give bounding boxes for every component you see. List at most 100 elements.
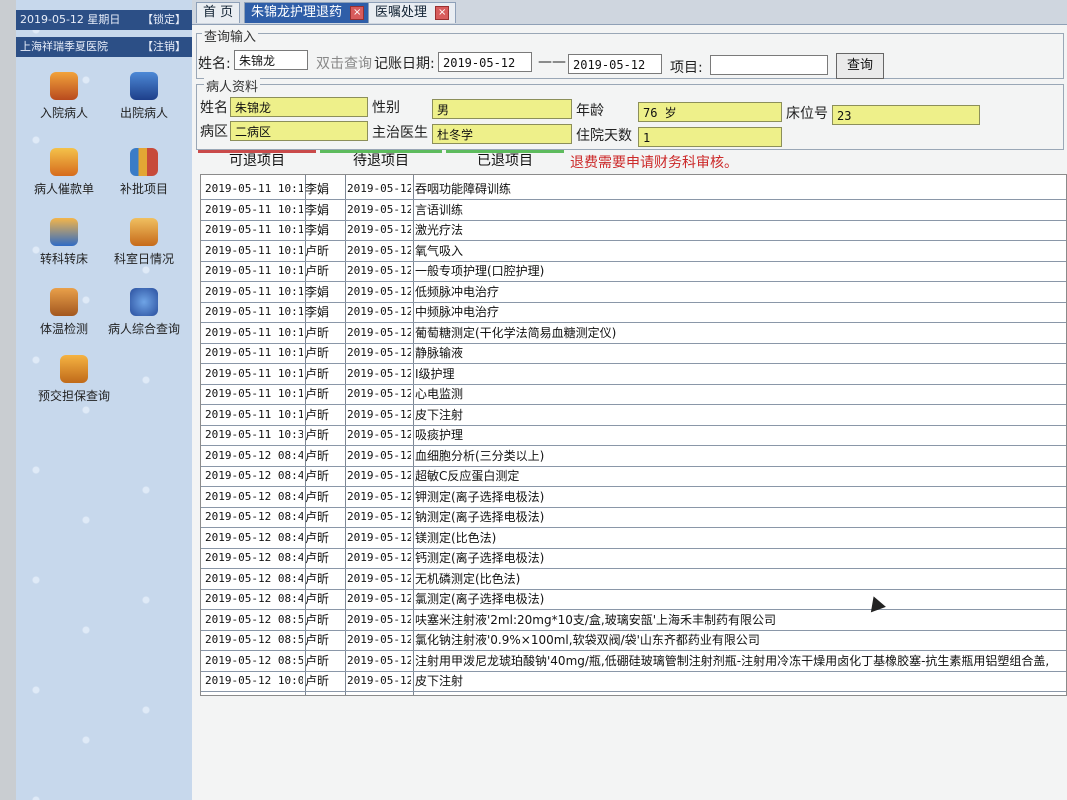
- table-row[interactable]: 2019-05-12 08:49 卢昕 2019-05-12 氯测定(离子选择电极法): [201, 589, 1066, 610]
- sidebar-btn-label: 入院病人: [39, 106, 88, 120]
- row-item-cell: 中频脉冲电治疗: [415, 305, 500, 319]
- sidebar-btn-supplement[interactable]: 补批项目: [104, 148, 184, 197]
- sidebar-btn-transfer[interactable]: 转科转床: [24, 218, 104, 267]
- tab-doctor-orders[interactable]: 医嘱处理 ×: [368, 2, 457, 23]
- subtab-label: 待退项目: [353, 153, 409, 169]
- sidebar-btn-discharge[interactable]: 出院病人: [104, 72, 184, 121]
- screen-bezel: [0, 0, 16, 800]
- row-staff-cell: 卢昕: [305, 407, 330, 422]
- row-time-cell: 2019-05-12 08:53: [205, 612, 303, 626]
- table-row[interactable]: 2019-05-11 10:12 卢昕 2019-05-12 Ⅰ级护理: [201, 364, 1066, 385]
- table-row[interactable]: 2019-05-12 08:49 卢昕 2019-05-12 钠测定(离子选择电极法): [201, 507, 1066, 528]
- row-date-cell: 2019-05-12: [347, 428, 411, 441]
- query-button[interactable]: 查询: [836, 53, 885, 79]
- row-staff-cell: 卢昕: [305, 674, 330, 688]
- sidebar-btn-admit[interactable]: 入院病人: [24, 72, 104, 121]
- payment-reminder-icon: [50, 148, 78, 176]
- tab-home[interactable]: 首 页: [196, 2, 241, 23]
- row-date-cell: 2019-05-12: [347, 469, 411, 482]
- sidebar-btn-temperature[interactable]: 体温检测: [24, 288, 104, 337]
- tab-label: 朱锦龙护理退药: [251, 5, 343, 20]
- subtab-refunded[interactable]: 已退项目: [446, 150, 564, 172]
- current-date: 2019-05-12 星期日: [20, 13, 121, 26]
- row-date-cell: 2019-05-12: [347, 674, 411, 687]
- table-row[interactable]: 2019-05-11 10:12 卢昕 2019-05-12 氧气吸入: [201, 241, 1066, 262]
- row-date-cell: 2019-05-12: [347, 571, 411, 585]
- table-row[interactable]: 2019-05-11 10:12 卢昕 2019-05-12 葡萄糖测定(干化学法简易…: [201, 323, 1066, 344]
- row-item-cell: 镁测定(比色法): [415, 530, 497, 545]
- table-row[interactable]: 2019-05-11 10:39 卢昕 2019-05-12 吸痰护理: [201, 425, 1066, 446]
- table-row[interactable]: 2019-05-11 10:12 李娟 2019-05-12 低频脉冲电治疗: [201, 282, 1066, 303]
- table-row[interactable]: 2019-05-12 08:49 卢昕 2019-05-12 钙测定(离子选择电极法): [201, 548, 1066, 569]
- query-name-label: 姓名:: [198, 56, 231, 72]
- subtab-label: 可退项目: [229, 153, 285, 169]
- table-row[interactable]: 2019-05-11 10:12 李娟 2019-05-12 激光疗法: [201, 220, 1066, 241]
- row-date-cell: 2019-05-12: [347, 387, 411, 400]
- subtab-pending[interactable]: 待退项目: [320, 150, 442, 172]
- row-date-cell: 2019-05-12: [347, 366, 411, 380]
- table-row[interactable]: 2019-05-12 08:49 卢昕 2019-05-12 无机磷测定(比色法): [201, 569, 1066, 590]
- query-name-input[interactable]: 朱锦龙: [234, 50, 308, 70]
- close-icon[interactable]: ×: [435, 5, 450, 20]
- table-row[interactable]: 2019-05-12 10:06 卢昕 2019-05-12 皮下注射: [201, 671, 1066, 692]
- table-row[interactable]: 2019-05-11 10:12 卢昕 2019-05-12 心电监测: [201, 384, 1066, 405]
- item-input[interactable]: [710, 55, 828, 75]
- row-time-cell: 2019-05-12 08:49: [205, 448, 303, 462]
- patient-name-label: 姓名: [200, 100, 228, 116]
- row-staff-cell: 李娟: [305, 182, 330, 196]
- close-icon[interactable]: ×: [350, 5, 365, 20]
- row-item-cell: 钙测定(离子选择电极法): [415, 551, 545, 565]
- row-item-cell: 一般专项护理(口腔护理): [415, 264, 545, 278]
- date-from-input[interactable]: 2019-05-12: [438, 52, 532, 72]
- table-row[interactable]: 2019-05-12 08:49 卢昕 2019-05-12 超敏C反应蛋白测定: [201, 466, 1066, 487]
- table-row[interactable]: 2019-05-11 10:12 卢昕 2019-05-12 一般专项护理(口腔护理): [201, 261, 1066, 282]
- hospital-row: 上海祥瑞季夏医院 【注销】: [16, 37, 192, 57]
- row-date-cell: 2019-05-12: [347, 448, 411, 462]
- logout-button[interactable]: 【注销】: [142, 37, 186, 57]
- sidebar-btn-prepay[interactable]: 预交担保查询: [34, 355, 114, 404]
- table-row[interactable]: 2019-05-12 08:53 卢昕 2019-05-12 呋塞米注射液'2ml:2…: [201, 610, 1066, 631]
- subtab-refundable[interactable]: 可退项目: [198, 150, 316, 172]
- table-row[interactable]: 2019-05-12 08:53 卢昕 2019-05-12 注射用甲泼尼龙琥珀酸钠'…: [201, 651, 1066, 672]
- table-row[interactable]: 2019-05-12 08:49 卢昕 2019-05-12 钾测定(离子选择电极法): [201, 487, 1066, 508]
- table-row[interactable]: 2019-05-12 08:49 卢昕 2019-05-12 血细胞分析(三分类以上): [201, 446, 1066, 467]
- supplement-items-icon: [130, 148, 158, 176]
- tab-nursing-refund[interactable]: 朱锦龙护理退药 ×: [244, 2, 372, 23]
- table-row[interactable]: 2019-05-11 10:12 卢昕 2019-05-12 皮下注射: [201, 405, 1066, 426]
- row-time-cell: 2019-05-11 10:12: [205, 202, 303, 216]
- row-time-cell: 2019-05-12 08:49: [205, 551, 303, 564]
- row-time-cell: 2019-05-12 08:49: [205, 530, 303, 544]
- sidebar-btn-query[interactable]: 病人综合查询: [104, 288, 184, 337]
- sidebar-btn-payment[interactable]: 病人催款单: [24, 148, 104, 197]
- row-staff-cell: 卢昕: [305, 346, 330, 360]
- row-time-cell: 2019-05-11 10:12: [205, 366, 303, 380]
- table-row[interactable]: 2019-05-12 08:49 卢昕 2019-05-12 镁测定(比色法): [201, 528, 1066, 549]
- row-staff-cell: 卢昕: [305, 489, 330, 504]
- discharge-patient-icon: [130, 72, 158, 100]
- row-staff-cell: 卢昕: [305, 551, 330, 565]
- sidebar-btn-label: 体温检测: [39, 322, 88, 336]
- sidebar-btn-label: 出院病人: [119, 106, 168, 120]
- row-date-cell: 2019-05-12: [347, 530, 411, 544]
- row-time-cell: 2019-05-11 10:39: [205, 428, 303, 441]
- table-row[interactable]: 2019-05-11 10:12 李娟 2019-05-12 吞咽功能障碍训练: [201, 179, 1066, 200]
- row-date-cell: 2019-05-12: [347, 243, 411, 257]
- row-time-cell: 2019-05-12 10:06: [205, 674, 303, 687]
- tab-label: 首 页: [203, 5, 234, 20]
- row-date-cell: 2019-05-12: [347, 407, 411, 421]
- table-row[interactable]: 2019-05-11 10:12 李娟 2019-05-12 中频脉冲电治疗: [201, 302, 1066, 323]
- sidebar-btn-department[interactable]: 科室日情况: [104, 218, 184, 267]
- row-staff-cell: 李娟: [305, 305, 330, 319]
- gender-field: 男: [432, 99, 572, 119]
- table-row[interactable]: 2019-05-12 08:53 卢昕 2019-05-12 氯化钠注射液'0.9%×…: [201, 630, 1066, 651]
- row-time-cell: 2019-05-11 10:12: [205, 325, 303, 339]
- date-to-input[interactable]: 2019-05-12: [568, 54, 662, 74]
- table-row[interactable]: 2019-05-11 10:12 李娟 2019-05-12 言语训练: [201, 200, 1066, 221]
- row-date-cell: 2019-05-12: [347, 284, 411, 298]
- table-row[interactable]: 2019-05-11 10:12 卢昕 2019-05-12 静脉输液: [201, 343, 1066, 364]
- lock-button[interactable]: 【锁定】: [142, 10, 186, 30]
- sidebar-btn-label: 病人综合查询: [107, 322, 180, 336]
- prepay-guarantee-icon: [60, 355, 88, 383]
- row-item-cell: Ⅰ级护理: [415, 366, 455, 381]
- row-date-cell: 2019-05-12: [347, 592, 411, 605]
